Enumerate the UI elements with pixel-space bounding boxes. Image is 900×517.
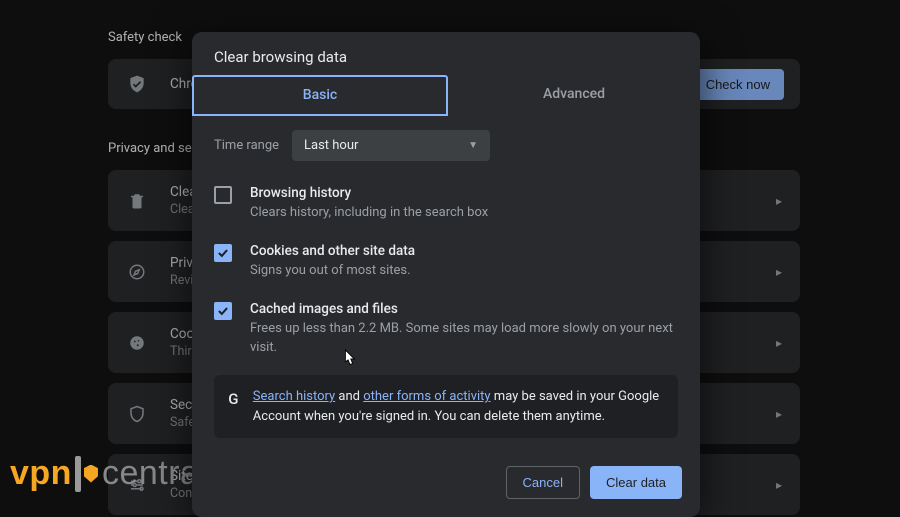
check-now-button[interactable]: Check now bbox=[692, 69, 784, 100]
chevron-right-icon: ▸ bbox=[776, 478, 782, 492]
google-account-info: G Search history and other forms of acti… bbox=[214, 375, 678, 438]
cancel-button[interactable]: Cancel bbox=[506, 466, 580, 499]
google-icon: G bbox=[228, 389, 239, 409]
checkbox-cached[interactable] bbox=[214, 302, 232, 320]
watermark-shield-icon bbox=[84, 465, 98, 483]
watermark-divider bbox=[75, 456, 81, 492]
other-activity-link[interactable]: other forms of activity bbox=[363, 389, 490, 404]
shield-check-icon bbox=[126, 73, 148, 95]
trash-icon bbox=[126, 190, 148, 212]
option-cached[interactable]: Cached images and files Frees up less th… bbox=[214, 291, 678, 368]
time-range-label: Time range bbox=[214, 138, 292, 153]
option-browsing-history[interactable]: Browsing history Clears history, includi… bbox=[214, 175, 678, 233]
watermark-vpncentral: vpn central bbox=[10, 454, 208, 493]
time-range-select[interactable]: Last hour ▼ bbox=[292, 130, 490, 161]
chevron-right-icon: ▸ bbox=[776, 407, 782, 421]
clear-data-button[interactable]: Clear data bbox=[590, 466, 682, 499]
chevron-right-icon: ▸ bbox=[776, 336, 782, 350]
tab-basic[interactable]: Basic bbox=[192, 75, 448, 116]
checkbox-browsing-history[interactable] bbox=[214, 186, 232, 204]
option-cookies[interactable]: Cookies and other site data Signs you ou… bbox=[214, 233, 678, 291]
tab-advanced[interactable]: Advanced bbox=[448, 76, 700, 116]
compass-icon bbox=[126, 261, 148, 283]
time-range-row: Time range Last hour ▼ bbox=[214, 130, 678, 161]
chevron-down-icon: ▼ bbox=[468, 140, 478, 151]
shield-icon bbox=[126, 403, 148, 425]
cookie-icon bbox=[126, 332, 148, 354]
dialog-actions: Cancel Clear data bbox=[192, 438, 700, 517]
time-range-value: Last hour bbox=[304, 138, 358, 153]
dialog-title: Clear browsing data bbox=[192, 32, 700, 76]
google-info-text: Search history and other forms of activi… bbox=[253, 387, 664, 426]
checkbox-cookies[interactable] bbox=[214, 244, 232, 262]
search-history-link[interactable]: Search history bbox=[253, 389, 335, 404]
clear-browsing-data-dialog: Clear browsing data Basic Advanced Time … bbox=[192, 32, 700, 517]
dialog-tabs: Basic Advanced bbox=[192, 76, 700, 116]
chevron-right-icon: ▸ bbox=[776, 194, 782, 208]
chevron-right-icon: ▸ bbox=[776, 265, 782, 279]
